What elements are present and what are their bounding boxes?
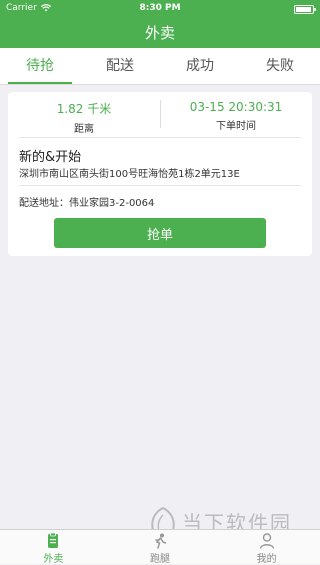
address-divider — [19, 185, 301, 186]
nav-title: 外卖 — [0, 18, 320, 48]
bottom-tab-takeaway[interactable]: 外卖 — [0, 530, 107, 565]
distance-cell: 1.82 千米 距离 — [8, 92, 160, 136]
order-time-cell: 03-15 20:30:31 下单时间 — [160, 92, 312, 136]
delivery-address: 配送地址：伟业家园3-2-0064 — [19, 198, 155, 209]
bottom-tab-label: 外卖 — [43, 554, 64, 565]
order-status-tabs: 待抢 配送 成功 失败 — [0, 48, 320, 85]
bottom-tab-errand[interactable]: 跑腿 — [107, 530, 214, 565]
grab-order-button[interactable]: 抢单 — [54, 218, 266, 248]
distance-value: 1.82 千米 — [56, 102, 112, 116]
status-time: 8:30 PM — [139, 3, 181, 13]
bottom-tab-bar: 外卖 跑腿 我的 — [0, 529, 320, 565]
order-time-value: 03-15 20:30:31 — [189, 100, 283, 114]
tab-failed[interactable]: 失败 — [240, 48, 320, 84]
bottom-tab-label: 我的 — [256, 554, 277, 565]
order-card: 1.82 千米 距离 03-15 20:30:31 下单时间 新的&开始 深圳市… — [8, 92, 312, 256]
order-time-label: 下单时间 — [216, 121, 256, 132]
user-icon — [259, 533, 274, 549]
runner-icon — [155, 533, 167, 549]
clipboard-icon — [48, 533, 59, 548]
tab-waiting[interactable]: 待抢 — [0, 48, 80, 84]
tab-delivering[interactable]: 配送 — [80, 48, 160, 84]
status-bar: Carrier 8:30 PM — [0, 0, 320, 18]
shop-address: 深圳市南山区南头街100号旺海怡苑1栋2单元13E — [19, 169, 240, 180]
battery-level — [296, 7, 312, 12]
shop-name: 新的&开始 — [19, 150, 82, 165]
info-divider — [160, 100, 161, 128]
distance-label: 距离 — [74, 124, 94, 135]
tab-success[interactable]: 成功 — [160, 48, 240, 84]
battery-icon — [294, 5, 316, 14]
bottom-tab-mine[interactable]: 我的 — [213, 530, 320, 565]
section-divider — [19, 137, 301, 138]
bottom-tab-label: 跑腿 — [150, 554, 170, 565]
